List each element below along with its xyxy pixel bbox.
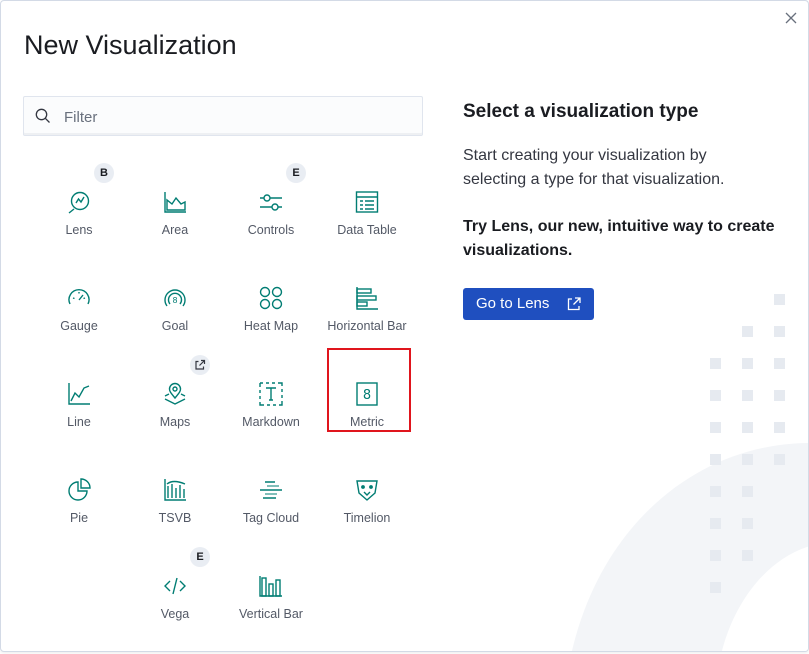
- vis-tile-vertical-bar[interactable]: Vertical Bar: [224, 550, 318, 634]
- maps-icon: [164, 382, 186, 405]
- metric-highlight-box: [327, 348, 411, 432]
- pie-chart-icon: [68, 478, 91, 501]
- goal-icon: 8: [164, 289, 186, 307]
- search-box[interactable]: [23, 96, 423, 137]
- vis-tile-vega[interactable]: E Vega: [128, 547, 222, 634]
- lens-promo-text: Try Lens, our new, intuitive way to crea…: [463, 218, 775, 259]
- experimental-badge: E: [190, 547, 210, 567]
- vis-tile-tsvb[interactable]: TSVB: [128, 454, 222, 538]
- vis-tile-heat-map[interactable]: Heat Map: [224, 262, 318, 346]
- search-icon: [35, 108, 50, 123]
- vis-tile-line[interactable]: Line: [32, 358, 126, 442]
- beta-badge: B: [94, 163, 114, 183]
- info-panel-description: Start creating your visualization by sel…: [463, 147, 725, 188]
- tsvb-icon: [164, 479, 186, 501]
- vis-label: Horizontal Bar: [327, 319, 407, 333]
- data-table-icon: [355, 191, 379, 213]
- horizontal-bar-icon: [356, 287, 378, 310]
- vis-label: Timelion: [343, 511, 391, 525]
- controls-icon: [260, 194, 282, 211]
- vis-tile-goal[interactable]: 8 Goal: [128, 262, 222, 346]
- vis-tile-gauge[interactable]: Gauge: [32, 262, 126, 346]
- new-visualization-modal: New Visualization B Lens Area E Contr: [0, 0, 809, 652]
- vega-icon: [164, 577, 186, 595]
- vis-label: Vertical Bar: [239, 607, 303, 621]
- vis-tile-timelion[interactable]: Timelion: [320, 454, 414, 538]
- external-link-icon: [567, 297, 581, 311]
- vis-tile-maps[interactable]: Maps: [128, 355, 222, 442]
- svg-text:8: 8: [172, 296, 177, 305]
- timelion-icon: [356, 480, 378, 501]
- vis-tile-pie[interactable]: Pie: [32, 454, 126, 538]
- vertical-bar-icon: [259, 576, 282, 597]
- go-to-lens-label: Go to Lens: [476, 295, 550, 312]
- vis-tile-tag-cloud[interactable]: Tag Cloud: [224, 454, 318, 538]
- search-input[interactable]: [62, 97, 416, 137]
- lens-icon: [68, 191, 90, 214]
- vis-tile-area[interactable]: Area: [128, 166, 222, 250]
- heat-map-icon: [259, 286, 283, 310]
- vis-tile-markdown[interactable]: Markdown: [224, 358, 318, 442]
- markdown-icon: [259, 382, 283, 406]
- modal-title: New Visualization: [24, 30, 237, 60]
- external-link-icon: [190, 355, 210, 375]
- vis-tile-controls[interactable]: E Controls: [224, 163, 318, 250]
- tag-cloud-icon: [260, 481, 282, 499]
- info-panel-title: Select a visualization type: [463, 101, 699, 122]
- line-chart-icon: [68, 383, 90, 405]
- go-to-lens-button[interactable]: Go to Lens: [463, 288, 594, 320]
- area-chart-icon: [164, 192, 186, 213]
- vis-tile-lens[interactable]: B Lens: [32, 163, 126, 250]
- gauge-icon: [68, 288, 90, 305]
- vis-tile-data-table[interactable]: Data Table: [320, 166, 414, 250]
- close-icon[interactable]: [784, 11, 798, 25]
- experimental-badge: E: [286, 163, 306, 183]
- vis-label: Data Table: [337, 223, 397, 237]
- vis-tile-horizontal-bar[interactable]: Horizontal Bar: [320, 262, 414, 346]
